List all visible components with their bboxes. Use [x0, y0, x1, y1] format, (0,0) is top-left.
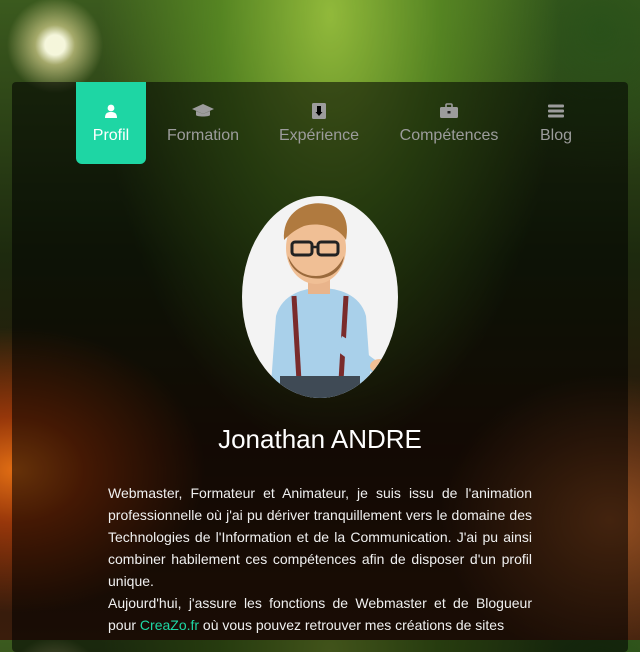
- bio-paragraph: Aujourd'hui, j'assure les fonctions de W…: [108, 592, 532, 636]
- bio-text: où vous pouvez retrouver mes créations d…: [199, 617, 505, 633]
- tab-competences[interactable]: Compétences: [378, 82, 520, 164]
- profile-name: Jonathan ANDRE: [218, 424, 422, 454]
- tab-experience[interactable]: Expérience: [260, 82, 378, 164]
- badge-icon: [311, 101, 327, 121]
- tab-blog[interactable]: Blog: [520, 82, 592, 164]
- briefcase-icon: [439, 101, 459, 121]
- profile-bio: Webmaster, Formateur et Animateur, je su…: [108, 482, 532, 636]
- creazo-link[interactable]: CreaZo.fr: [140, 617, 199, 633]
- tab-formation[interactable]: Formation: [146, 82, 260, 164]
- tab-profil[interactable]: Profil: [76, 82, 146, 164]
- tab-label: Expérience: [278, 127, 360, 144]
- nav-tabs: Profil Formation Expérience Compétences …: [76, 82, 592, 164]
- tab-label: Blog: [539, 127, 573, 144]
- graduation-cap-icon: [191, 101, 215, 121]
- tab-label: Profil: [92, 127, 130, 144]
- avatar: [242, 196, 398, 398]
- menu-icon: [547, 101, 565, 121]
- user-icon: [103, 101, 119, 121]
- tab-label: Compétences: [399, 127, 499, 144]
- bio-paragraph: Webmaster, Formateur et Animateur, je su…: [108, 485, 532, 589]
- tab-label: Formation: [166, 127, 240, 144]
